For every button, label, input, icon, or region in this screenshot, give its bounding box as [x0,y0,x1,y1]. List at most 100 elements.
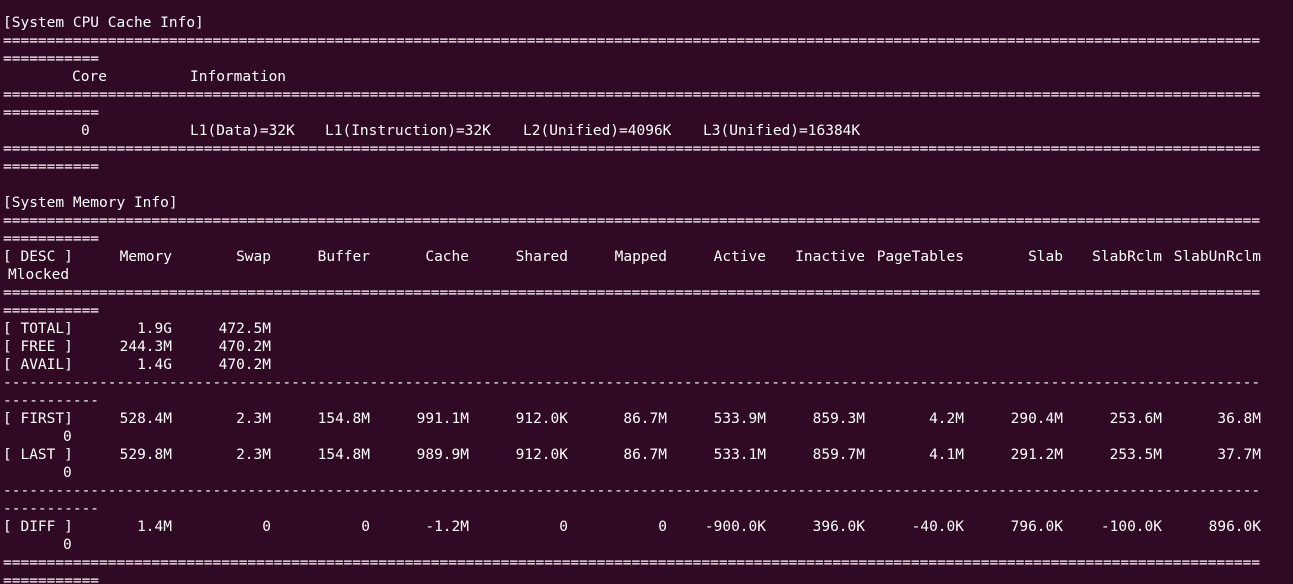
cpu-header-core: Core [72,69,107,85]
separator-wrap: =========== [3,231,100,247]
mem-row-diff-wrap: 0 [3,536,1293,554]
row-memory: 1.4M [137,519,172,535]
mem-row-last-wrap: 0 [3,464,1293,482]
row-memory: 529.8M [119,447,172,463]
separator-wrap: =========== [3,303,100,319]
mem-row-diff: [ DIFF ] 1.4M 0 0 -1.2M 0 0 -900.0K 396.… [3,518,1293,536]
mem-header-swap: Swap [236,249,271,265]
separator-line: ========================================… [3,141,1261,157]
row-pagetables: 4.1M [929,447,964,463]
mem-header-mlocked: Mlocked [8,267,70,283]
row-desc: [ DIFF ] [3,519,73,535]
mem-header-buffer: Buffer [317,249,370,265]
row-memory: 1.9G [137,321,172,337]
row-swap: 0 [262,519,271,535]
row-mlocked: 0 [63,465,72,481]
separator-wrap: =========== [3,105,100,121]
separator-wrap: =========== [3,159,100,175]
row-memory: 244.3M [119,339,172,355]
mem-row-last: [ LAST ] 529.8M 2.3M 154.8M 989.9M 912.0… [3,446,1293,464]
row-pagetables: 4.2M [929,411,964,427]
row-swap: 470.2M [218,357,271,373]
mem-header-memory: Memory [119,249,172,265]
row-desc: [ AVAIL] [3,357,73,373]
cpu-core-value: 0 [81,123,90,139]
mem-row-free: [ FREE ] 244.3M 470.2M [3,338,1293,356]
mem-header-desc: [ DESC ] [3,249,73,265]
separator-line: ========================================… [3,213,1261,229]
row-shared: 0 [559,519,568,535]
separator-line: ========================================… [3,285,1261,301]
mem-row-first: [ FIRST] 528.4M 2.3M 154.8M 991.1M 912.0… [3,410,1293,428]
cpu-data-row: 0 L1(Data)=32K L1(Instruction)=32K L2(Un… [3,122,1293,140]
mem-header-slabrclm: SlabRclm [1092,249,1162,265]
mem-header-shared: Shared [515,249,568,265]
row-slab: 291.2M [1010,447,1063,463]
mem-header-wrap-row: Mlocked [3,266,1293,284]
row-slabunrclm: 36.8M [1217,411,1261,427]
mem-header-mapped: Mapped [614,249,667,265]
separator-wrap: =========== [3,573,100,584]
row-slabrclm: -100.0K [1100,519,1162,535]
row-buffer: 154.8M [317,411,370,427]
row-mapped: 86.7M [623,447,667,463]
separator-line: ========================================… [3,33,1261,49]
row-slabunrclm: 896.0K [1208,519,1261,535]
dash-separator-wrap: ----------- [3,501,100,517]
row-slabrclm: 253.6M [1109,411,1162,427]
dash-separator-wrap: ----------- [3,393,100,409]
row-slabunrclm: 37.7M [1217,447,1261,463]
cpu-l1-instruction: L1(Instruction)=32K [325,123,491,139]
row-cache: 989.9M [416,447,469,463]
mem-header-cache: Cache [425,249,469,265]
row-inactive: 859.3M [812,411,865,427]
row-active: -900.0K [704,519,766,535]
row-inactive: 859.7M [812,447,865,463]
row-shared: 912.0K [515,411,568,427]
row-cache: -1.2M [425,519,469,535]
separator-line: ========================================… [3,555,1261,571]
row-slab: 796.0K [1010,519,1063,535]
row-slab: 290.4M [1010,411,1063,427]
cpu-section-title: [System CPU Cache Info] [3,15,204,31]
mem-header-slabunrclm: SlabUnRclm [1173,249,1261,265]
row-pagetables: -40.0K [911,519,964,535]
row-buffer: 0 [361,519,370,535]
terminal-window[interactable]: [System CPU Cache Info] ================… [0,0,1293,584]
mem-header-inactive: Inactive [795,249,865,265]
row-mapped: 86.7M [623,411,667,427]
row-swap: 470.2M [218,339,271,355]
cpu-l2-unified: L2(Unified)=4096K [523,123,672,139]
row-cache: 991.1M [416,411,469,427]
row-buffer: 154.8M [317,447,370,463]
mem-header-active: Active [713,249,766,265]
mem-header-pagetables: PageTables [876,249,964,265]
row-swap: 2.3M [236,411,271,427]
row-active: 533.9M [713,411,766,427]
row-desc: [ LAST ] [3,447,73,463]
row-swap: 472.5M [218,321,271,337]
row-inactive: 396.0K [812,519,865,535]
row-memory: 528.4M [119,411,172,427]
row-slabrclm: 253.5M [1109,447,1162,463]
row-mlocked: 0 [63,537,72,553]
separator-line: ========================================… [3,87,1261,103]
row-swap: 2.3M [236,447,271,463]
row-memory: 1.4G [137,357,172,373]
row-mlocked: 0 [63,429,72,445]
row-desc: [ FIRST] [3,411,73,427]
cpu-l1-data: L1(Data)=32K [190,123,295,139]
row-mapped: 0 [658,519,667,535]
row-shared: 912.0K [515,447,568,463]
row-desc: [ TOTAL] [3,321,73,337]
mem-header-row: [ DESC ] Memory Swap Buffer Cache Shared… [3,248,1293,266]
cpu-l3-unified: L3(Unified)=16384K [703,123,861,139]
mem-section-title: [System Memory Info] [3,195,178,211]
cpu-header-row: Core Information [3,68,1293,86]
dash-separator-line: ----------------------------------------… [3,483,1261,499]
separator-wrap: =========== [3,51,100,67]
dash-separator-line: ----------------------------------------… [3,375,1261,391]
mem-header-slab: Slab [1028,249,1063,265]
mem-row-total: [ TOTAL] 1.9G 472.5M [3,320,1293,338]
mem-row-avail: [ AVAIL] 1.4G 470.2M [3,356,1293,374]
